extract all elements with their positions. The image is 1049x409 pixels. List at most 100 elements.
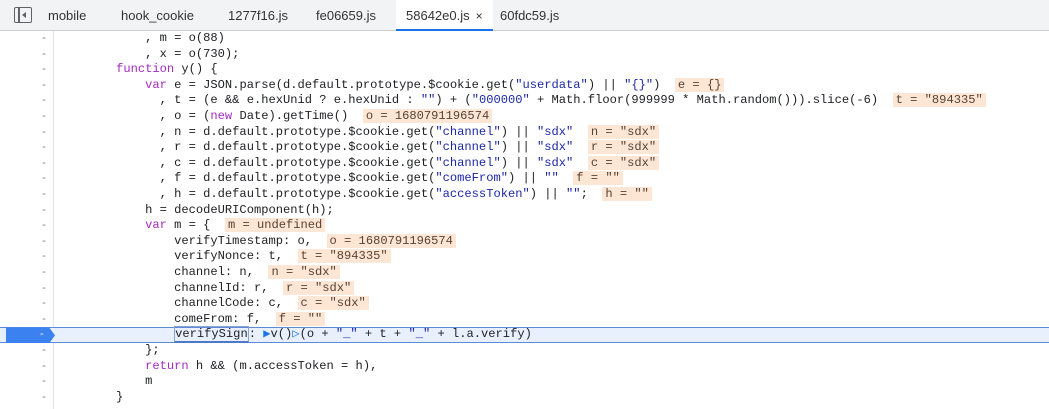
code-line: - verifyTimestamp: o, o = 1680791196574 [0, 233, 1049, 250]
inline-value-badge: c = "sdx" [587, 155, 660, 170]
code-line: - var e = JSON.parse(d.default.prototype… [0, 77, 1049, 94]
code-text: m [58, 374, 152, 390]
close-tab-icon[interactable]: × [476, 9, 483, 23]
string-literal: "accessToken" [435, 187, 530, 201]
code-text: verifySign: ▶v()▷(o + "_" + t + "_" + l.… [58, 326, 532, 344]
line-marker: - [42, 188, 46, 200]
inline-breakpoint-icon[interactable]: ▶ [263, 327, 270, 342]
code-token: verifyTimestamp: o, [58, 233, 313, 248]
string-literal: "comeFrom" [435, 171, 508, 186]
code-text: return h && (m.accessToken = h), [58, 359, 377, 375]
line-marker: - [42, 110, 46, 122]
code-line: - , h = d.default.prototype.$cookie.get(… [0, 187, 1049, 203]
line-marker: - [42, 344, 46, 356]
code-line: - , o = (new Date).getTime() o = 1680791… [0, 109, 1049, 125]
code-token: channelId: r, [58, 280, 269, 295]
code-text: , t = (e && e.hexUnid ? e.hexUnid : "") … [58, 93, 986, 109]
selected-token[interactable]: verifySign [174, 326, 249, 344]
code-token: ) || [529, 187, 567, 201]
tab-mobile[interactable]: mobile [48, 0, 86, 30]
string-literal: "sdx" [537, 155, 574, 170]
line-marker: - [42, 219, 46, 232]
code-token: , o = ( [58, 109, 211, 123]
code-text: }; [58, 343, 160, 359]
code-token: y() { [174, 62, 218, 77]
code-token: ) || [507, 171, 545, 186]
code-line: - function y() { [0, 62, 1049, 78]
code-line: - } [0, 390, 1049, 406]
code-line: - comeFrom: f, f = "" [0, 311, 1049, 328]
code-token: channelCode: c, [58, 296, 283, 311]
code-token: , n = d.default.prototype.$cookie.get( [58, 124, 436, 139]
code-token: comeFrom: f, [58, 311, 262, 326]
code-token: , f = d.default.prototype.$cookie.get( [58, 171, 436, 186]
code-text: function y() { [58, 62, 218, 78]
tab-hook-cookie[interactable]: hook_cookie [121, 0, 194, 30]
code-text: verifyNonce: t, t = "894335" [58, 249, 391, 265]
tab-60fdc59[interactable]: 60fdc59.js [500, 0, 559, 30]
code-token: , t = (e && e.hexUnid ? e.hexUnid : [58, 93, 421, 108]
line-marker: - [42, 203, 46, 216]
code-line: - channelCode: c, c = "sdx" [0, 296, 1049, 312]
line-marker: - [42, 312, 46, 325]
code-token: , h = d.default.prototype.$cookie.get( [58, 187, 436, 201]
code-text: , c = d.default.prototype.$cookie.get("c… [58, 155, 660, 172]
tab-label: 60fdc59.js [500, 8, 560, 23]
string-literal: "" [420, 93, 436, 108]
code-token: ) || [500, 124, 538, 139]
inline-breakpoint-icon[interactable]: ▷ [292, 327, 299, 342]
code-text: , h = d.default.prototype.$cookie.get("a… [58, 187, 652, 203]
tab-fe06659[interactable]: fe06659.js [316, 0, 376, 30]
inline-value-badge: f = "" [275, 311, 326, 326]
string-literal: "channel" [435, 140, 501, 155]
code-text: comeFrom: f, f = "" [58, 311, 326, 328]
code-token: v() [270, 327, 293, 342]
code-text: , r = d.default.prototype.$cookie.get("c… [58, 140, 660, 156]
code-text: , x = o(730); [58, 47, 239, 63]
code-token: , x = o(730); [58, 46, 240, 61]
line-marker: - [42, 47, 46, 60]
inline-value-badge: f = "" [573, 171, 623, 186]
string-literal: "_" [335, 327, 358, 342]
string-literal: "" [544, 171, 559, 186]
toggle-navigator-icon[interactable] [14, 7, 32, 23]
code-token: m = { [166, 218, 211, 233]
code-line: - , t = (e && e.hexUnid ? e.hexUnid : ""… [0, 93, 1049, 109]
line-marker: - [42, 266, 46, 278]
keyword: var [145, 218, 167, 233]
code-line: - , m = o(88) [0, 31, 1049, 47]
editor-tab-bar: mobile hook_cookie 1277f16.js fe06659.js… [0, 0, 1049, 31]
code-token: (o + [299, 327, 336, 342]
string-literal: "sdx" [537, 124, 574, 139]
tab-label: fe06659.js [316, 8, 376, 23]
string-literal: "userdata" [515, 77, 588, 92]
code-line: - , x = o(730); [0, 47, 1049, 63]
breakpoint-marker[interactable]: - [6, 327, 55, 344]
line-marker: - [42, 141, 46, 154]
code-token: } [58, 389, 124, 404]
line-marker: - [40, 328, 44, 341]
inline-value-badge: h = "" [602, 187, 652, 201]
code-text: var m = { m = undefined [58, 218, 326, 234]
code-token: channel: n, [58, 265, 254, 279]
code-token: ; [580, 187, 588, 201]
paused-execution-line: - verifySign: ▶v()▷(o + "_" + t + "_" + … [0, 326, 1049, 344]
line-marker: - [42, 250, 46, 263]
inline-value-badge: c = "sdx" [297, 296, 369, 311]
number-literal: 999999 [631, 93, 675, 108]
code-token: : [248, 327, 264, 342]
code-token: , r = d.default.prototype.$cookie.get( [58, 140, 436, 155]
line-marker: - [42, 172, 46, 185]
code-line: - verifyNonce: t, t = "894335" [0, 249, 1049, 265]
inline-value-badge: e = {} [674, 77, 725, 92]
code-text: verifyTimestamp: o, o = 1680791196574 [58, 233, 456, 250]
keyword: function [116, 62, 175, 77]
tab-58642e0[interactable]: 58642e0.js × [396, 0, 493, 31]
code-line: - m [0, 374, 1049, 390]
code-line: - , c = d.default.prototype.$cookie.get(… [0, 155, 1049, 172]
tab-1277f16[interactable]: 1277f16.js [228, 0, 288, 30]
code-line: - var m = { m = undefined [0, 218, 1049, 234]
code-line: - , n = d.default.prototype.$cookie.get(… [0, 124, 1049, 141]
code-text: channel: n, n = "sdx" [58, 265, 340, 281]
code-token: + Math.floor( [529, 93, 632, 108]
